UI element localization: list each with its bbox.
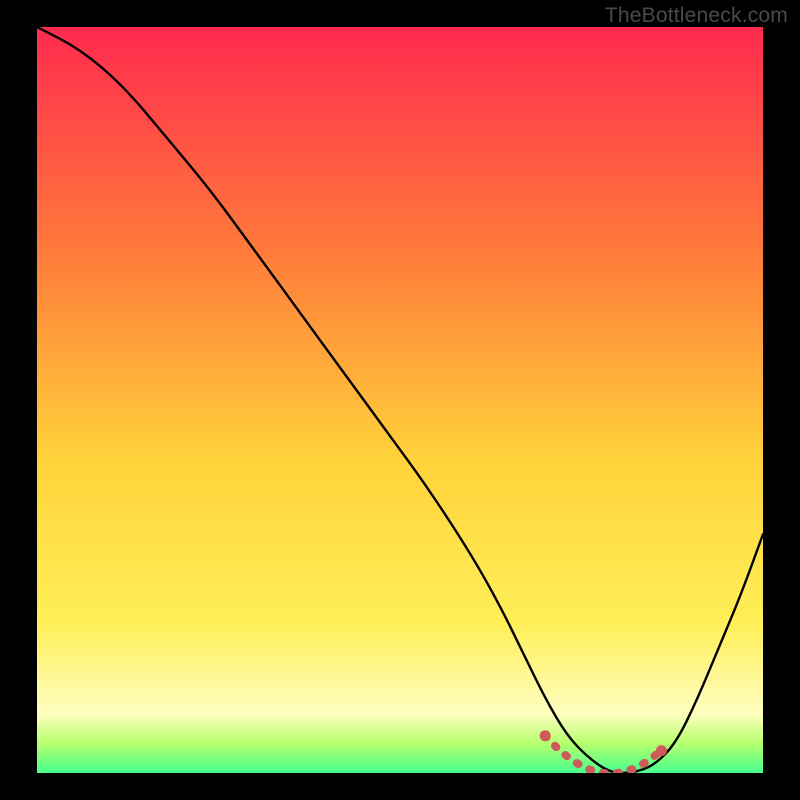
watermark-text: TheBottleneck.com: [605, 4, 788, 28]
chart-svg: [37, 27, 763, 773]
plot-area: [37, 27, 763, 773]
gradient-background: [37, 27, 763, 773]
optimal-band-endpoint: [540, 730, 551, 741]
chart-frame: TheBottleneck.com: [0, 0, 800, 800]
optimal-band-endpoint: [656, 745, 667, 756]
